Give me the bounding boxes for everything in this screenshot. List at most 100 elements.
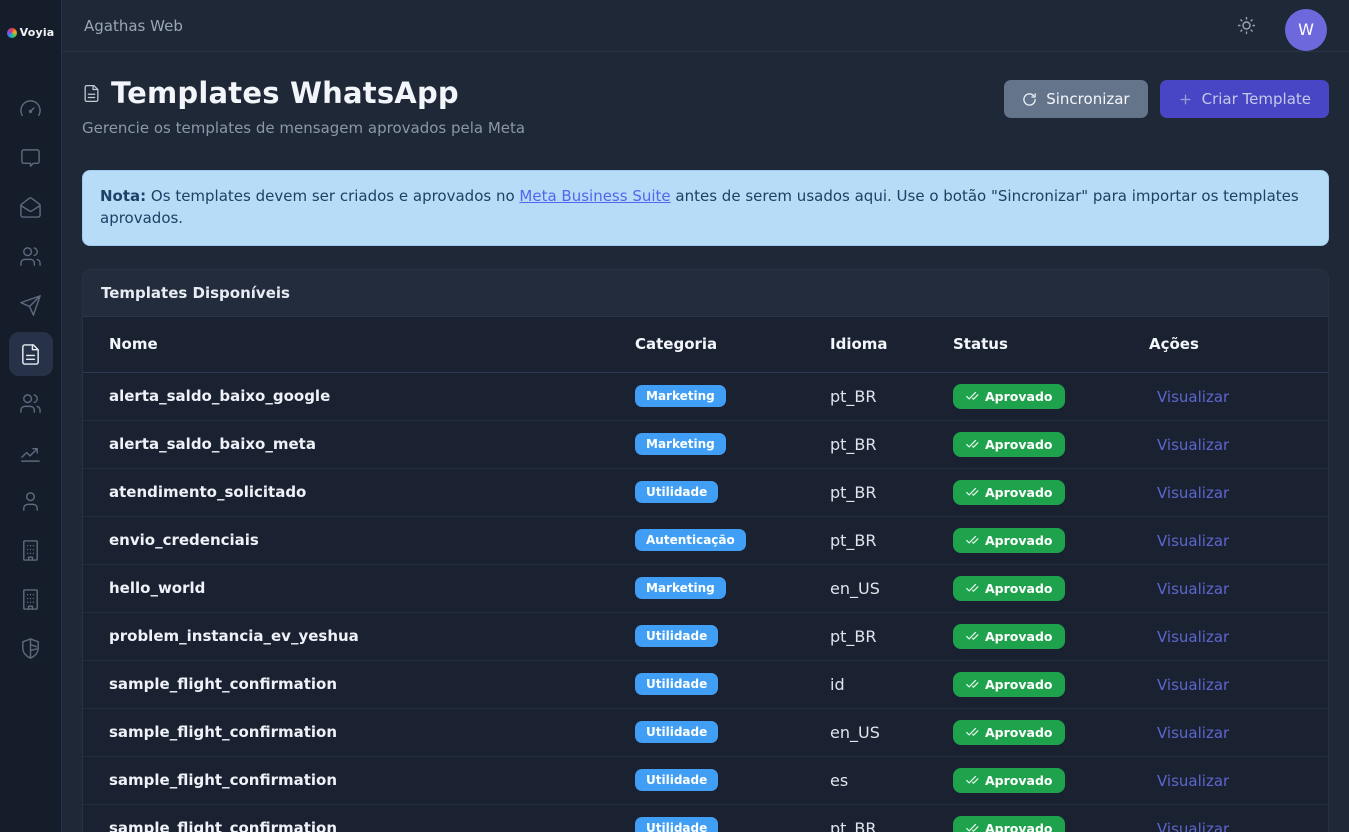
- template-name: sample_flight_confirmation: [109, 723, 635, 741]
- status-badge-label: Aprovado: [985, 485, 1053, 500]
- file-text-icon: [19, 343, 42, 366]
- check-check-icon: [965, 629, 979, 643]
- table-row: sample_flight_confirmation Utilidade en_…: [83, 709, 1328, 757]
- category-badge: Utilidade: [635, 817, 718, 832]
- sidebar-nav: [9, 87, 53, 670]
- status-badge-label: Aprovado: [985, 821, 1053, 832]
- category-badge: Marketing: [635, 577, 726, 599]
- table-row: envio_credenciais Autenticação pt_BR Apr…: [83, 517, 1328, 565]
- template-language: en_US: [830, 579, 953, 598]
- brand-logo-label: Voyia: [20, 26, 55, 39]
- template-language: pt_BR: [830, 819, 953, 832]
- template-language: en_US: [830, 723, 953, 742]
- category-badge: Autenticação: [635, 529, 746, 551]
- sidebar-item-company[interactable]: [9, 528, 53, 572]
- view-link[interactable]: Visualizar: [1149, 484, 1229, 502]
- category-badge: Utilidade: [635, 769, 718, 791]
- category-badge: Marketing: [635, 433, 726, 455]
- check-check-icon: [965, 821, 979, 832]
- sidebar-item-analytics[interactable]: [9, 430, 53, 474]
- table-body: alerta_saldo_baixo_google Marketing pt_B…: [83, 373, 1328, 832]
- sidebar: Voyia: [0, 0, 62, 832]
- category-badge: Utilidade: [635, 721, 718, 743]
- template-language: pt_BR: [830, 531, 953, 550]
- template-name: problem_instancia_ev_yeshua: [109, 627, 635, 645]
- column-header-nome: Nome: [109, 335, 635, 353]
- template-language: pt_BR: [830, 627, 953, 646]
- gauge-icon: [19, 98, 42, 121]
- view-link[interactable]: Visualizar: [1149, 772, 1229, 790]
- sidebar-item-departments[interactable]: [9, 577, 53, 621]
- view-link[interactable]: Visualizar: [1149, 388, 1229, 406]
- sidebar-item-dashboard[interactable]: [9, 87, 53, 131]
- sync-button[interactable]: Sincronizar: [1004, 80, 1147, 118]
- sun-icon: [1236, 15, 1257, 36]
- column-header-acoes: Ações: [1149, 335, 1312, 353]
- meta-business-suite-link[interactable]: Meta Business Suite: [519, 187, 670, 205]
- category-badge: Utilidade: [635, 481, 718, 503]
- topbar: Agathas Web W: [62, 0, 1349, 52]
- brand-logo[interactable]: Voyia: [7, 26, 55, 39]
- table-row: atendimento_solicitado Utilidade pt_BR A…: [83, 469, 1328, 517]
- create-template-button[interactable]: Criar Template: [1160, 80, 1329, 118]
- table-row: alerta_saldo_baixo_google Marketing pt_B…: [83, 373, 1328, 421]
- mail-open-icon: [19, 196, 42, 219]
- template-name: envio_credenciais: [109, 531, 635, 549]
- status-badge: Aprovado: [953, 480, 1065, 505]
- page-title: Templates WhatsApp: [82, 76, 525, 110]
- check-check-icon: [965, 485, 979, 499]
- sidebar-item-contacts[interactable]: [9, 234, 53, 278]
- view-link[interactable]: Visualizar: [1149, 532, 1229, 550]
- template-language: es: [830, 771, 953, 790]
- status-badge-label: Aprovado: [985, 725, 1053, 740]
- sidebar-item-inbox[interactable]: [9, 185, 53, 229]
- sidebar-item-chats[interactable]: [9, 136, 53, 180]
- status-badge-label: Aprovado: [985, 389, 1053, 404]
- chat-icon: [19, 147, 42, 170]
- category-badge: Marketing: [635, 385, 726, 407]
- table-header-row: Nome Categoria Idioma Status Ações: [83, 317, 1328, 373]
- sidebar-item-profile[interactable]: [9, 479, 53, 523]
- category-badge: Utilidade: [635, 625, 718, 647]
- status-badge-label: Aprovado: [985, 773, 1053, 788]
- table-row: hello_world Marketing en_US Aprovado: [83, 565, 1328, 613]
- sidebar-item-campaigns[interactable]: [9, 283, 53, 327]
- column-header-idioma: Idioma: [830, 335, 953, 353]
- plus-icon: [1178, 92, 1193, 107]
- view-link[interactable]: Visualizar: [1149, 436, 1229, 454]
- status-badge: Aprovado: [953, 816, 1065, 832]
- check-check-icon: [965, 533, 979, 547]
- note-label: Nota:: [100, 187, 146, 205]
- status-badge: Aprovado: [953, 576, 1065, 601]
- shield-icon: [19, 637, 42, 660]
- check-check-icon: [965, 389, 979, 403]
- theme-toggle-button[interactable]: [1236, 15, 1257, 36]
- status-badge: Aprovado: [953, 720, 1065, 745]
- column-header-status: Status: [953, 335, 1149, 353]
- main-content: Templates WhatsApp Gerencie os templates…: [62, 52, 1349, 832]
- send-icon: [19, 294, 42, 317]
- template-name: hello_world: [109, 579, 635, 597]
- check-check-icon: [965, 773, 979, 787]
- view-link[interactable]: Visualizar: [1149, 580, 1229, 598]
- page-title-text: Templates WhatsApp: [111, 76, 459, 110]
- view-link[interactable]: Visualizar: [1149, 820, 1229, 832]
- sidebar-item-teams[interactable]: [9, 381, 53, 425]
- users-icon: [19, 245, 42, 268]
- status-badge: Aprovado: [953, 528, 1065, 553]
- status-badge: Aprovado: [953, 768, 1065, 793]
- sync-button-label: Sincronizar: [1046, 90, 1129, 108]
- sidebar-item-templates[interactable]: [9, 332, 53, 376]
- note-banner: Nota: Os templates devem ser criados e a…: [82, 170, 1329, 246]
- view-link[interactable]: Visualizar: [1149, 628, 1229, 646]
- table-row: alerta_saldo_baixo_meta Marketing pt_BR …: [83, 421, 1328, 469]
- check-check-icon: [965, 437, 979, 451]
- status-badge-label: Aprovado: [985, 533, 1053, 548]
- card-title: Templates Disponíveis: [83, 270, 1328, 317]
- avatar[interactable]: W: [1285, 9, 1327, 51]
- refresh-icon: [1022, 92, 1037, 107]
- view-link[interactable]: Visualizar: [1149, 676, 1229, 694]
- sidebar-item-security[interactable]: [9, 626, 53, 670]
- view-link[interactable]: Visualizar: [1149, 724, 1229, 742]
- template-name: alerta_saldo_baixo_meta: [109, 435, 635, 453]
